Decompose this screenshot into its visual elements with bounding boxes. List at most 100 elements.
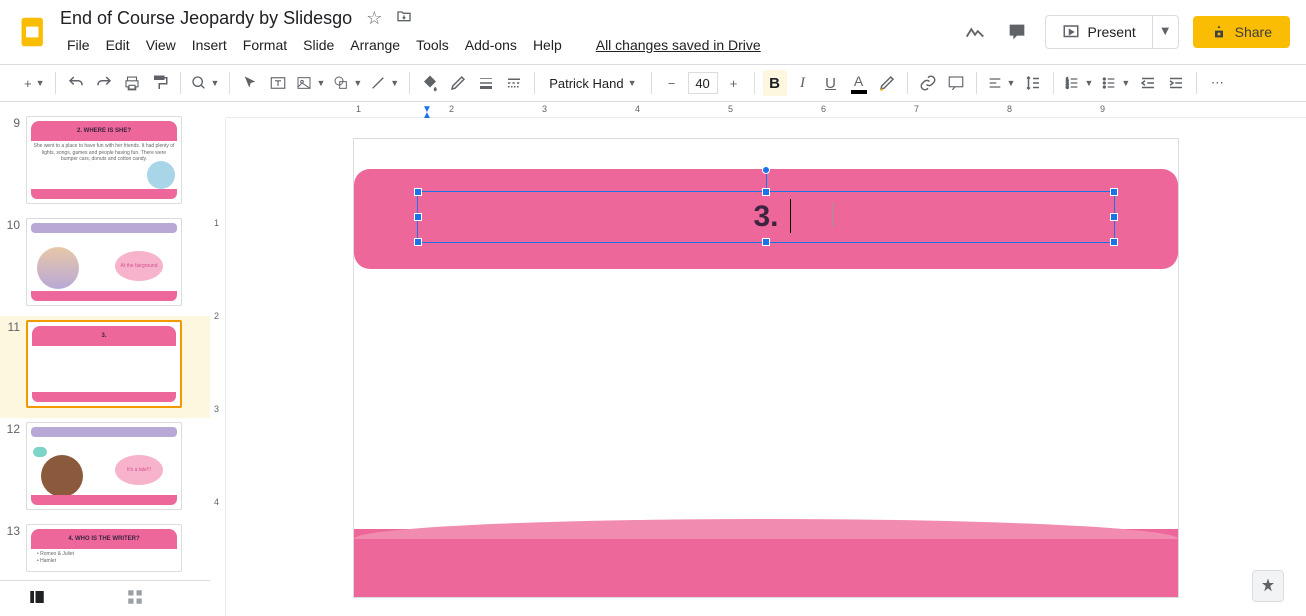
thumb-header [31, 223, 177, 233]
image-tool[interactable]: ▼ [294, 70, 327, 96]
redo-button[interactable] [92, 70, 116, 96]
menu-insert[interactable]: Insert [185, 33, 234, 57]
zoom-button[interactable]: ▼ [189, 70, 222, 96]
filmstrip: 9 2. WHERE IS SHE?She went to a place to… [0, 102, 210, 616]
move-folder-icon[interactable] [396, 8, 412, 29]
menu-slide[interactable]: Slide [296, 33, 341, 57]
font-name-label: Patrick Hand [549, 76, 623, 91]
vertical-ruler[interactable]: 1234 [210, 118, 226, 616]
slides-logo[interactable] [16, 14, 52, 50]
menu-edit[interactable]: Edit [99, 33, 137, 57]
insert-comment-button[interactable] [944, 70, 968, 96]
border-dash-button[interactable] [502, 70, 526, 96]
menu-addons[interactable]: Add-ons [458, 33, 524, 57]
svg-text:3: 3 [1066, 84, 1069, 89]
more-button[interactable]: ⋯ [1205, 70, 1229, 96]
font-size-input[interactable] [688, 72, 718, 94]
shape-tool[interactable]: ▼ [331, 70, 364, 96]
toolbar: +▼ ▼ ▼ ▼ ▼ Patrick Hand▼ − + B I U A ▼ 1… [0, 64, 1306, 102]
resize-handle[interactable] [414, 188, 422, 196]
align-button[interactable]: ▼ [985, 70, 1018, 96]
resize-handle[interactable] [762, 188, 770, 196]
print-button[interactable] [120, 70, 144, 96]
font-family-select[interactable]: Patrick Hand▼ [543, 76, 642, 91]
grid-view-icon[interactable] [126, 588, 144, 609]
present-label: Present [1088, 24, 1136, 40]
slide-thumb-12[interactable]: 12 It's a tale!!! [0, 418, 210, 520]
slide-thumb-11[interactable]: 11 3. [0, 316, 210, 418]
menu-file[interactable]: File [60, 33, 97, 57]
activity-icon[interactable] [961, 18, 989, 46]
comments-icon[interactable] [1003, 18, 1031, 46]
slide-num: 12 [6, 422, 26, 510]
increase-indent-button[interactable] [1164, 70, 1188, 96]
canvas-area: ▼ ▲ 123456789 1234 3. [210, 102, 1306, 616]
share-label: Share [1235, 24, 1272, 40]
menu-tools[interactable]: Tools [409, 33, 456, 57]
bulleted-list-button[interactable]: ▼ [1099, 70, 1132, 96]
decrease-indent-button[interactable] [1136, 70, 1160, 96]
resize-handle[interactable] [414, 238, 422, 246]
present-dropdown[interactable]: ▼ [1152, 15, 1179, 49]
underline-button[interactable]: U [819, 70, 843, 96]
mouse-ibeam-icon [832, 203, 833, 227]
insert-link-button[interactable] [916, 70, 940, 96]
title-textbox[interactable]: 3. [417, 191, 1115, 243]
star-icon[interactable]: ☆ [366, 8, 382, 29]
textbox-tool[interactable] [266, 70, 290, 96]
border-color-button[interactable] [446, 70, 470, 96]
thumb-body: • Romeo & Juliet • Hamlet [37, 551, 175, 564]
border-weight-button[interactable] [474, 70, 498, 96]
italic-button[interactable]: I [791, 70, 815, 96]
slide-thumb-13[interactable]: 13 4. WHO IS THE WRITER? • Romeo & Juliet… [0, 520, 210, 582]
resize-handle[interactable] [762, 238, 770, 246]
share-button[interactable]: Share [1193, 16, 1290, 48]
font-size-increase[interactable]: + [722, 70, 746, 96]
text-color-button[interactable]: A [847, 70, 871, 96]
font-size-decrease[interactable]: − [660, 70, 684, 96]
thumb-body: She went to a place to have fun with her… [33, 143, 175, 163]
numbered-list-button[interactable]: 123▼ [1062, 70, 1095, 96]
filmstrip-view-icon[interactable] [28, 588, 46, 609]
slide-num: 9 [6, 116, 26, 204]
menu-view[interactable]: View [139, 33, 183, 57]
present-button[interactable]: Present [1045, 15, 1152, 49]
menu-help[interactable]: Help [526, 33, 569, 57]
new-slide-button[interactable]: +▼ [22, 70, 47, 96]
menu-format[interactable]: Format [236, 33, 294, 57]
thumb-title: 4. WHO IS THE WRITER? [31, 529, 177, 549]
slide-thumb-10[interactable]: 10 At the fairground [0, 214, 210, 316]
resize-handle[interactable] [1110, 188, 1118, 196]
doc-title[interactable]: End of Course Jeopardy by Slidesgo [60, 8, 352, 29]
fill-color-button[interactable] [418, 70, 442, 96]
character-icon [41, 455, 83, 497]
slide-footer-shape[interactable] [354, 529, 1178, 597]
resize-handle[interactable] [414, 213, 422, 221]
highlight-button[interactable] [875, 70, 899, 96]
horizontal-ruler[interactable]: ▼ ▲ 123456789 [226, 102, 1306, 118]
rotate-handle[interactable] [762, 166, 770, 174]
filmstrip-view-toggle [0, 580, 210, 616]
menu-bar: File Edit View Insert Format Slide Arran… [60, 33, 961, 57]
save-status[interactable]: All changes saved in Drive [589, 33, 768, 57]
paint-format-button[interactable] [148, 70, 172, 96]
thumb-title: 2. WHERE IS SHE? [31, 121, 177, 141]
resize-handle[interactable] [1110, 238, 1118, 246]
bold-button[interactable]: B [763, 70, 787, 96]
slide-canvas[interactable]: 3. [353, 138, 1179, 598]
speech-bubble: It's a tale!!! [115, 455, 163, 485]
select-tool[interactable] [238, 70, 262, 96]
thumb-header [31, 427, 177, 437]
slide-num: 13 [6, 524, 26, 572]
line-spacing-button[interactable] [1021, 70, 1045, 96]
explore-button[interactable] [1252, 570, 1284, 602]
slide-thumb-9[interactable]: 9 2. WHERE IS SHE?She went to a place to… [0, 112, 210, 214]
menu-arrange[interactable]: Arrange [343, 33, 407, 57]
slide-num: 10 [6, 218, 26, 306]
title-text[interactable]: 3. [753, 200, 778, 234]
slide-num: 11 [6, 320, 26, 408]
line-tool[interactable]: ▼ [368, 70, 401, 96]
thumb-title: 3. [32, 326, 176, 346]
resize-handle[interactable] [1110, 213, 1118, 221]
undo-button[interactable] [64, 70, 88, 96]
